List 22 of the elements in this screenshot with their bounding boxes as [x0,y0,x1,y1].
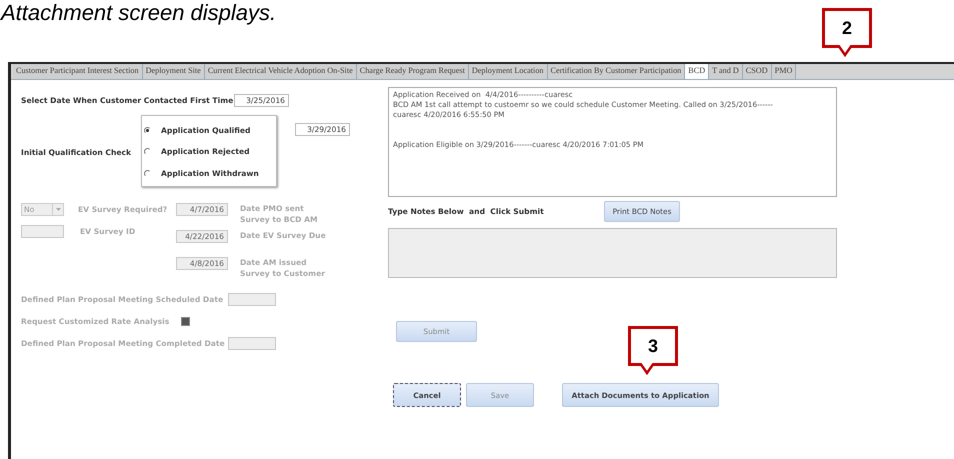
tab[interactable]: Deployment Location [468,64,548,79]
tab[interactable]: PMO [772,64,796,79]
callout-pointer-icon [640,363,654,375]
caption: Attachment screen displays. [0,0,276,26]
caret-icon [52,204,63,215]
date-field[interactable] [228,293,276,306]
tab[interactable]: CSOD [742,64,772,79]
date-field[interactable] [228,337,276,350]
tab[interactable]: T and D [709,64,743,79]
tab[interactable]: Current Electrical Vehicle Adoption On-Site [204,64,357,79]
notes-input[interactable] [388,228,837,278]
callout-badge: 3 [628,326,678,366]
tab[interactable]: Deployment Site [142,64,205,79]
radio-button[interactable] [144,127,151,134]
checkbox[interactable] [181,317,190,326]
callout-pointer-icon [838,45,852,57]
text-field[interactable] [21,225,64,238]
callout-badge: 2 [822,8,872,48]
tab[interactable]: Certification By Customer Participation [548,64,686,79]
tab[interactable]: Charge Ready Program Request [356,64,469,79]
tab[interactable]: Customer Participant Interest Section [13,64,143,79]
tab[interactable]: BCD [685,64,710,79]
